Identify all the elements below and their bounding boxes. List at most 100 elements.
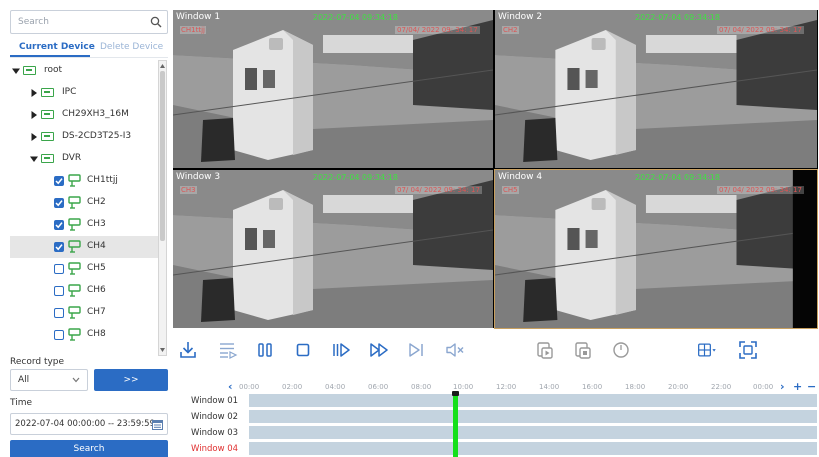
- pause-icon[interactable]: [255, 340, 275, 360]
- osd-datetime: 07/ 04/ 2022 09: 34: 17: [717, 26, 804, 34]
- tree-node-label: CH29XH3_16M: [62, 109, 129, 119]
- fast-forward-icon[interactable]: [369, 340, 389, 360]
- timeline-tick: 00:00: [753, 383, 774, 391]
- tree-node-ipc[interactable]: IPC: [10, 82, 158, 104]
- device-group-icon: [23, 66, 36, 75]
- timeline-playhead[interactable]: [453, 394, 458, 457]
- layout-icon[interactable]: [697, 340, 717, 360]
- timeline-prev-button[interactable]: ‹: [228, 380, 233, 393]
- osd-channel-name: CH2: [502, 26, 519, 34]
- clip-icon[interactable]: [535, 340, 555, 360]
- osd-datetime: 07/ 04/ 2022 09: 34: 17: [395, 186, 482, 194]
- tree-node-channel[interactable]: CH2: [10, 192, 158, 214]
- scroll-thumb[interactable]: [160, 71, 165, 241]
- channel-checkbox[interactable]: [54, 176, 64, 186]
- tree-node-ds2cd3t25[interactable]: DS-2CD3T25-I3: [10, 126, 158, 148]
- channel-checkbox[interactable]: [54, 330, 64, 340]
- timeline-row-label: Window 03: [191, 428, 239, 438]
- timeline-tick: 12:00: [496, 383, 517, 391]
- tabs-divider: [10, 57, 168, 58]
- channel-checkbox[interactable]: [54, 198, 64, 208]
- timeline-track-4[interactable]: [249, 442, 817, 455]
- tree-node-channel[interactable]: CH6: [10, 280, 158, 302]
- tree-node-label: root: [44, 65, 63, 75]
- video-window-1[interactable]: Window 1 2022-07-04 09:34:18 CH1ttjj 07/…: [173, 10, 493, 168]
- window-timestamp: 2022-07-04 09:34:18: [313, 173, 398, 182]
- step-icon[interactable]: [407, 340, 427, 360]
- mute-icon[interactable]: [445, 340, 465, 360]
- calendar-icon[interactable]: [152, 419, 163, 430]
- record-type-value: All: [18, 375, 30, 385]
- tree-node-root[interactable]: root: [10, 60, 158, 82]
- channel-checkbox[interactable]: [54, 308, 64, 318]
- video-window-4[interactable]: Window 4 2022-07-04 09:34:18 CH5 07/ 04/…: [494, 169, 818, 329]
- playhead-marker-icon[interactable]: [452, 391, 459, 396]
- tree-node-ch29xh3[interactable]: CH29XH3_16M: [10, 104, 158, 126]
- timeline-tick: 22:00: [711, 383, 732, 391]
- expanded-arrow-icon[interactable]: [12, 67, 20, 75]
- window-title: Window 4: [498, 172, 543, 182]
- playlist-icon[interactable]: [218, 340, 238, 360]
- timeline-row-label-active: Window 04: [191, 444, 239, 454]
- search-icon[interactable]: [150, 16, 162, 28]
- timeline-tick: 00:00: [239, 383, 260, 391]
- scroll-down-icon[interactable]: [159, 346, 166, 354]
- tree-node-channel[interactable]: CH7: [10, 302, 158, 324]
- apply-record-type-button[interactable]: >>: [94, 369, 168, 391]
- slow-icon[interactable]: [331, 340, 351, 360]
- timeline-tick: 02:00: [282, 383, 303, 391]
- channel-label: CH1ttjj: [87, 175, 118, 185]
- channel-checkbox[interactable]: [54, 286, 64, 296]
- channel-checkbox[interactable]: [54, 220, 64, 230]
- download-icon[interactable]: [178, 340, 198, 360]
- search-button[interactable]: Search: [10, 440, 168, 457]
- tree-node-channel[interactable]: CH5: [10, 258, 158, 280]
- timer-icon[interactable]: [611, 340, 631, 360]
- tree-node-channel[interactable]: CH8: [10, 324, 158, 346]
- channel-checkbox[interactable]: [54, 242, 64, 252]
- collapsed-arrow-icon[interactable]: [30, 133, 38, 141]
- collapsed-arrow-icon[interactable]: [30, 111, 38, 119]
- camera-icon: [68, 240, 81, 253]
- device-group-icon: [41, 88, 54, 97]
- window-timestamp: 2022-07-04 09:34:18: [313, 13, 398, 22]
- timeline-tick: 10:00: [453, 383, 474, 391]
- timeline-track-3[interactable]: [249, 426, 817, 439]
- timeline-track-1[interactable]: [249, 394, 817, 407]
- tab-current-device[interactable]: Current Device: [19, 42, 95, 52]
- collapsed-arrow-icon[interactable]: [30, 89, 38, 97]
- video-window-3[interactable]: Window 3 2022-07-04 09:34:18 CH3 07/ 04/…: [173, 170, 493, 328]
- channel-label: CH4: [87, 241, 106, 251]
- device-group-icon: [41, 110, 54, 119]
- time-range-field[interactable]: 2022-07-04 00:00:00 -- 23:59:59: [10, 413, 168, 435]
- tree-scrollbar[interactable]: [158, 60, 167, 356]
- tree-node-dvr[interactable]: DVR: [10, 148, 158, 170]
- timeline-track-2[interactable]: [249, 410, 817, 423]
- timeline-next-button[interactable]: ›: [780, 380, 785, 393]
- chevron-down-icon: [72, 377, 80, 383]
- tree-node-channel[interactable]: CH3: [10, 214, 158, 236]
- record-type-select[interactable]: All: [10, 369, 88, 391]
- osd-channel-name: CH1ttjj: [180, 26, 206, 34]
- tree-node-label: DS-2CD3T25-I3: [62, 131, 132, 141]
- stop-icon[interactable]: [293, 340, 313, 360]
- expanded-arrow-icon[interactable]: [30, 155, 38, 163]
- timeline-tick: 18:00: [625, 383, 646, 391]
- timeline-zoom-out-button[interactable]: −: [807, 380, 816, 393]
- video-window-2[interactable]: Window 2 2022-07-04 09:34:18 CH2 07/ 04/…: [495, 10, 817, 168]
- search-input[interactable]: [11, 11, 141, 33]
- playback-timeline: ‹ 00:00 02:00 04:00 06:00 08:00 10:00 12…: [173, 372, 818, 457]
- search-field[interactable]: [10, 10, 168, 34]
- copy-icon[interactable]: [573, 340, 593, 360]
- channel-checkbox[interactable]: [54, 264, 64, 274]
- tab-delete-device[interactable]: Delete Device: [100, 42, 163, 52]
- device-tree: root IPC CH29XH3_16M DS-2CD3T25-I3 DVR C…: [10, 60, 158, 356]
- scroll-up-icon[interactable]: [159, 62, 166, 70]
- timeline-zoom-in-button[interactable]: +: [793, 380, 802, 393]
- fullscreen-icon[interactable]: [738, 340, 758, 360]
- timeline-tick: 06:00: [368, 383, 389, 391]
- camera-icon: [68, 284, 81, 297]
- tree-node-channel-selected[interactable]: CH4: [10, 236, 158, 258]
- camera-icon: [68, 262, 81, 275]
- tree-node-channel[interactable]: CH1ttjj: [10, 170, 158, 192]
